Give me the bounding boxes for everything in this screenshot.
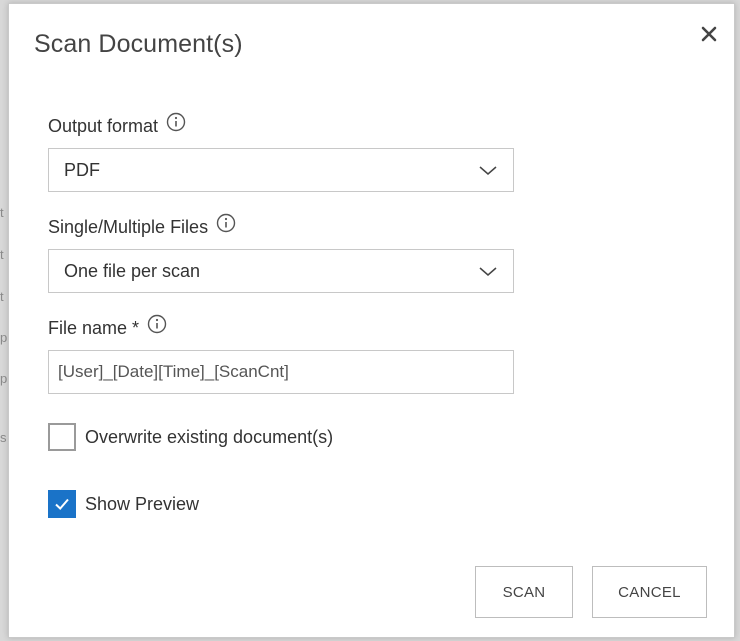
output-format-select[interactable]: PDF — [48, 148, 514, 192]
checkmark-icon — [55, 498, 69, 510]
file-name-label-group: File name * — [48, 314, 167, 339]
background-page-text: s — [0, 430, 7, 445]
show-preview-label: Show Preview — [85, 493, 200, 514]
single-multiple-value: One file per scan — [64, 260, 201, 281]
chevron-down-icon — [479, 267, 497, 276]
single-multiple-label-group: Single/Multiple Files — [48, 213, 236, 238]
close-button[interactable] — [697, 22, 721, 46]
overwrite-label: Overwrite existing document(s) — [85, 426, 334, 447]
background-page-text: t — [0, 247, 4, 262]
scan-button[interactable]: SCAN — [475, 566, 573, 618]
info-icon[interactable] — [216, 213, 236, 233]
single-multiple-label: Single/Multiple Files — [48, 217, 209, 237]
output-format-value: PDF — [64, 159, 100, 180]
background-page-text: p — [0, 330, 8, 345]
close-icon — [701, 26, 717, 42]
show-preview-checkbox-row[interactable]: Show Preview — [48, 490, 199, 518]
output-format-label: Output format — [48, 116, 159, 136]
single-multiple-select[interactable]: One file per scan — [48, 249, 514, 293]
dialog-title: Scan Document(s) — [34, 30, 243, 58]
show-preview-checkbox[interactable] — [48, 490, 76, 518]
file-name-input[interactable] — [48, 350, 514, 394]
info-icon[interactable] — [147, 314, 167, 334]
overwrite-checkbox[interactable] — [48, 423, 76, 451]
info-icon[interactable] — [166, 112, 186, 132]
background-page-text: p — [0, 371, 8, 386]
cancel-button[interactable]: CANCEL — [592, 566, 707, 618]
file-name-label: File name * — [48, 318, 140, 338]
chevron-down-icon — [479, 166, 497, 175]
overwrite-checkbox-row[interactable]: Overwrite existing document(s) — [48, 423, 333, 451]
scan-document-dialog: Scan Document(s) Output format PDF Singl… — [8, 3, 735, 638]
output-format-label-group: Output format — [48, 112, 186, 137]
background-page-text: t — [0, 289, 4, 304]
background-page-text: t — [0, 205, 4, 220]
